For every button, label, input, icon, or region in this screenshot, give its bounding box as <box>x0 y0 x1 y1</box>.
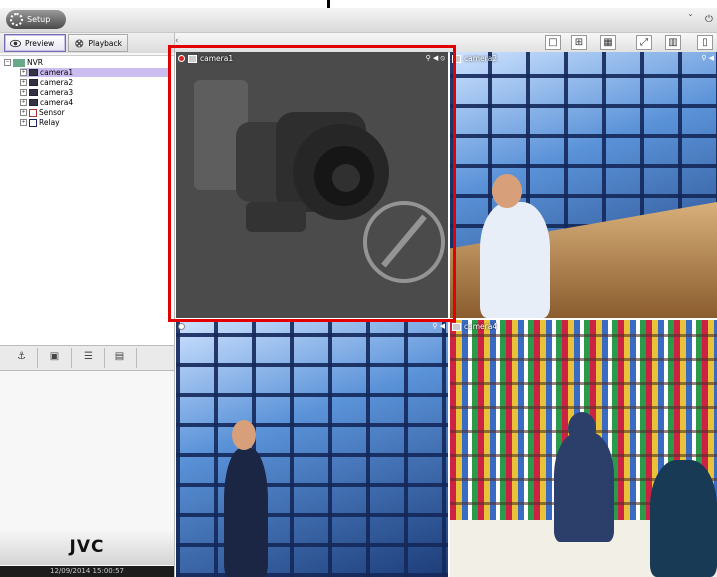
tree-item-label: Relay <box>39 118 60 127</box>
fullscreen-icon[interactable]: ⤢ <box>636 35 652 50</box>
minimize-icon[interactable]: ˇ <box>688 14 693 25</box>
snapshot-icon[interactable]: ▣ <box>47 350 62 364</box>
camera-title-bar <box>178 322 188 331</box>
eye-icon <box>10 39 21 47</box>
head-graphic <box>568 412 596 444</box>
camera-audio-controls[interactable]: ⚲ ◀ <box>701 54 714 62</box>
settings-panel-icon[interactable]: ▤ <box>112 350 127 364</box>
power-icon[interactable]: ⏻ <box>705 14 713 25</box>
collapse-icon[interactable]: − <box>4 59 11 66</box>
nvr-icon <box>13 58 25 67</box>
tree-node-nvr[interactable]: − NVR <box>4 58 43 67</box>
ptz-icon[interactable]: ⚓ <box>14 350 29 364</box>
camera-title-bar: camera4 <box>452 322 497 331</box>
gear-icon <box>10 13 23 26</box>
camera-view-2[interactable]: camera2 ⚲ ◀ <box>450 52 717 318</box>
tab-playback-label: Playback <box>88 38 122 48</box>
film-reel-icon <box>75 38 84 48</box>
tree-item-label: camera1 <box>40 68 74 77</box>
head-graphic <box>232 420 256 450</box>
brand-logo: JVC <box>0 529 174 565</box>
expand-icon[interactable]: + <box>20 69 27 76</box>
person-graphic <box>480 202 550 318</box>
expand-icon[interactable]: + <box>20 109 27 116</box>
person-graphic <box>224 448 268 577</box>
highlight-box <box>168 45 456 322</box>
left-panel: Preview Playback − NVR + camera1 + camer… <box>0 33 175 577</box>
camera-title-bar: camera2 <box>452 54 497 63</box>
divider <box>71 348 72 368</box>
camera-status-icon <box>178 323 185 330</box>
tree-item-label: camera4 <box>40 98 74 107</box>
camera-label: camera4 <box>464 322 498 331</box>
camera-icon <box>29 99 38 106</box>
camera-icon <box>452 322 461 331</box>
head-graphic <box>492 174 522 208</box>
tree-item-label: camera2 <box>40 78 74 87</box>
divider <box>136 348 137 368</box>
setup-button[interactable]: Setup <box>6 10 66 29</box>
record-icon[interactable]: ▥ <box>665 35 681 50</box>
camera-audio-controls[interactable]: ⚲ ◀ <box>432 322 445 330</box>
grid-view-icon[interactable]: ▦ <box>600 35 616 50</box>
single-view-icon[interactable]: □ <box>545 35 561 50</box>
mode-tabs: Preview Playback <box>0 33 174 53</box>
tree-item-label: camera3 <box>40 88 74 97</box>
divider <box>104 348 105 368</box>
tab-preview-label: Preview <box>25 38 55 48</box>
camera-view-3[interactable]: ⚲ ◀ <box>176 320 448 577</box>
camera-view-4[interactable]: camera4 <box>450 320 717 577</box>
tab-preview[interactable]: Preview <box>4 34 66 52</box>
datetime-display: 12/09/2014 15:00:57 <box>0 566 174 577</box>
tree-root-label: NVR <box>27 58 43 67</box>
log-icon[interactable]: ☰ <box>81 350 96 364</box>
storage-icon[interactable]: ▯ <box>697 35 713 50</box>
tree-item-sensor[interactable]: + Sensor <box>20 108 65 117</box>
divider <box>37 348 38 368</box>
tree-item-camera2[interactable]: + camera2 <box>20 78 73 87</box>
camera-icon <box>29 89 38 96</box>
tree-item-camera1[interactable]: + camera1 <box>20 68 170 77</box>
tab-playback[interactable]: Playback <box>68 34 128 52</box>
camera-icon <box>29 79 38 86</box>
person-graphic <box>650 460 717 577</box>
expand-icon[interactable]: + <box>20 79 27 86</box>
tree-item-relay[interactable]: + Relay <box>20 118 60 127</box>
person-graphic <box>554 432 614 542</box>
quad-view-icon[interactable]: ⊞ <box>571 35 587 50</box>
expand-icon[interactable]: + <box>20 119 27 126</box>
expand-icon[interactable]: + <box>20 99 27 106</box>
tree-item-label: Sensor <box>39 108 65 117</box>
relay-icon <box>29 118 37 127</box>
setup-label: Setup <box>27 15 51 24</box>
title-bar: Setup ˇ ⏻ <box>0 8 717 33</box>
camera-label: camera2 <box>464 54 498 63</box>
device-tree: − NVR + camera1 + camera2 + camera3 + ca… <box>0 55 174 346</box>
tree-item-camera4[interactable]: + camera4 <box>20 98 73 107</box>
sensor-icon <box>29 108 37 117</box>
expand-icon[interactable]: + <box>20 89 27 96</box>
camera-icon <box>29 69 38 76</box>
tree-item-camera3[interactable]: + camera3 <box>20 88 73 97</box>
panel-toolbar: ⚓ ▣ ☰ ▤ <box>0 345 174 371</box>
